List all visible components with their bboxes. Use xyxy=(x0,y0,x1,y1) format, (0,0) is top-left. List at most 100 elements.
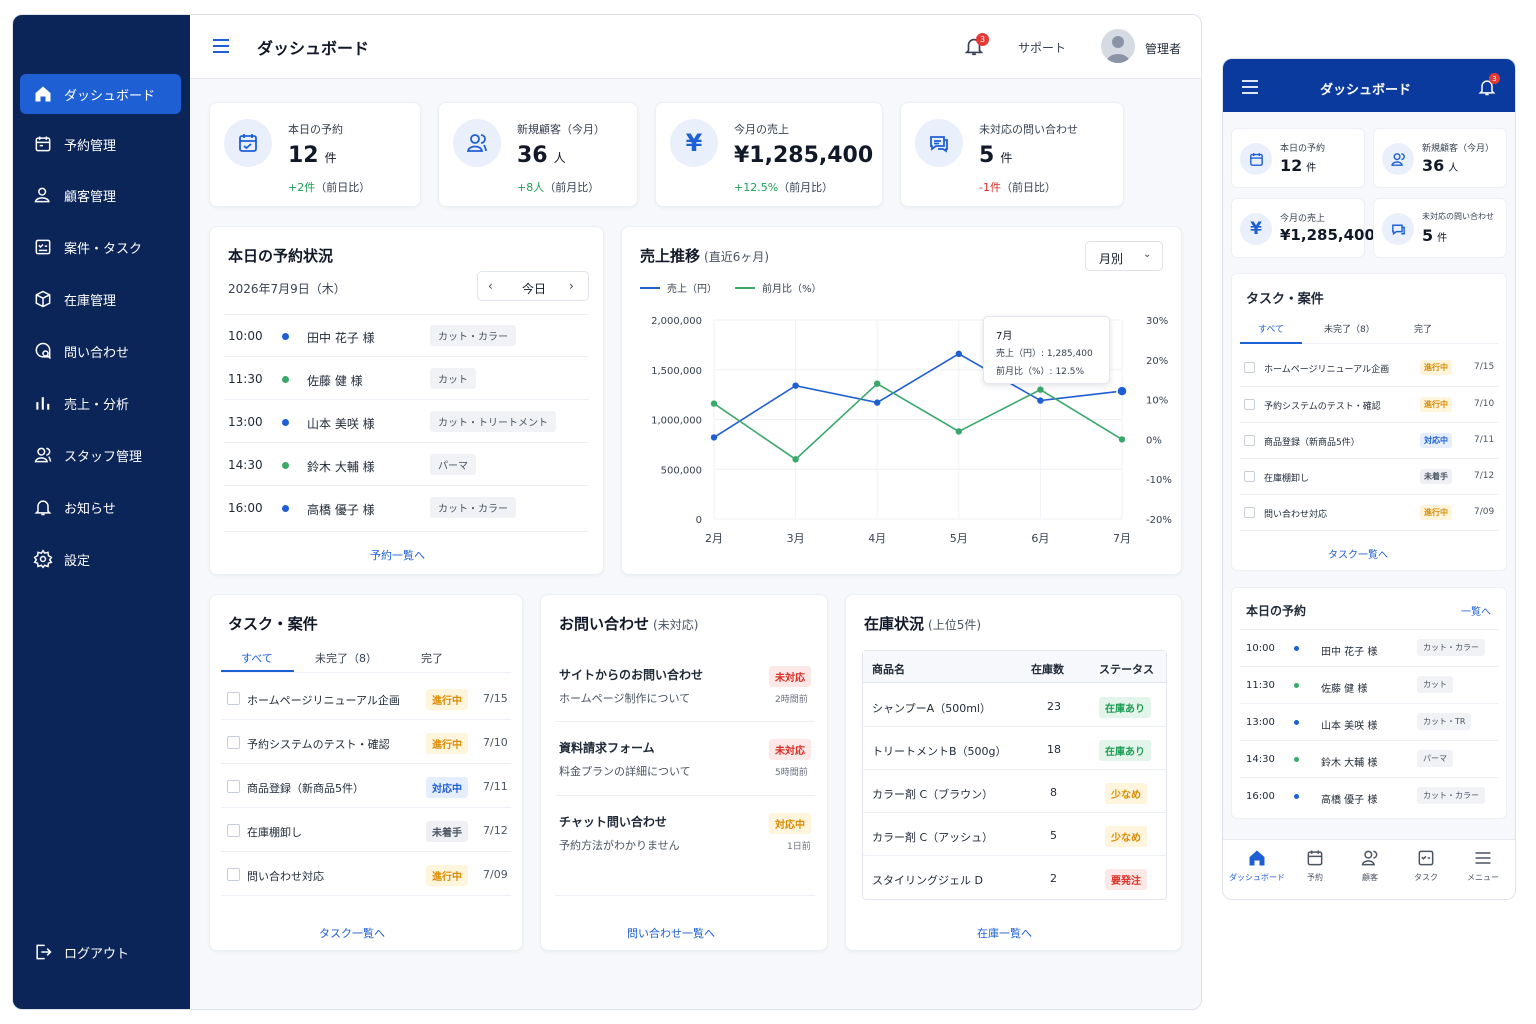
card-title: タスク・案件 xyxy=(228,615,318,633)
divider xyxy=(221,895,511,896)
menu-tag: カット xyxy=(430,368,476,389)
calendar-icon xyxy=(33,134,53,154)
gear-icon xyxy=(33,549,53,569)
card-title: お問い合わせ (未対応) xyxy=(559,615,699,633)
chevron-left-icon[interactable]: ‹ xyxy=(488,279,493,293)
sidebar-item-inventory[interactable]: 在庫管理 xyxy=(20,279,181,319)
sidebar-item-inquiries[interactable]: 問い合わせ xyxy=(20,331,181,371)
reservations-link[interactable]: 一覧へ xyxy=(1461,603,1491,618)
task-checkbox[interactable] xyxy=(1244,362,1255,373)
tab-done[interactable]: 完了 xyxy=(421,650,443,666)
task-date: 7/10 xyxy=(483,736,508,749)
chevron-right-icon[interactable]: › xyxy=(569,279,574,293)
divider xyxy=(1240,530,1498,531)
data-point xyxy=(874,380,881,387)
stat-value: ¥1,285,400 xyxy=(734,143,874,168)
reservation-time: 16:00 xyxy=(1246,791,1275,802)
tab-done[interactable]: 完了 xyxy=(1414,322,1432,335)
notification-bell-icon[interactable]: 3 xyxy=(963,33,989,57)
sidebar-item-staff[interactable]: スタッフ管理 xyxy=(20,435,181,475)
task-name: 予約システムのテスト・確認 xyxy=(1264,402,1381,412)
status-badge: 対応中 xyxy=(1420,433,1452,448)
task-checkbox[interactable] xyxy=(227,868,240,881)
reservation-date: 2026年7月9日（木） xyxy=(228,282,346,296)
sidebar-item-settings[interactable]: 設定 xyxy=(20,539,181,579)
tab-all[interactable]: すべて xyxy=(1258,322,1284,335)
customer-name: 鈴木 大輔 様 xyxy=(307,460,375,474)
menu-icon[interactable] xyxy=(1242,80,1258,94)
inventory-table: 商品名 在庫数 ステータス シャンプーA（500ml） 23 在庫あり トリート… xyxy=(862,650,1167,900)
inventory-link[interactable]: 在庫一覧へ xyxy=(977,925,1032,941)
sidebar-item-notices[interactable]: お知らせ xyxy=(20,487,181,527)
mobile-nav-menu[interactable]: メニュー xyxy=(1455,848,1511,883)
notification-bell-icon[interactable]: 3 xyxy=(1477,73,1500,97)
page-title: ダッシュボード xyxy=(257,39,370,58)
status-badge: 進行中 xyxy=(1420,505,1452,520)
user-name[interactable]: 管理者 xyxy=(1145,40,1181,57)
mobile-stat-new-customers: 新規顧客（今月） 36 人 xyxy=(1373,128,1507,188)
divider xyxy=(1240,494,1498,495)
task-checkbox[interactable] xyxy=(227,824,240,837)
task-checkbox[interactable] xyxy=(1244,399,1255,410)
stat-delta: +8人（前月比） xyxy=(517,181,600,194)
divider xyxy=(224,314,589,315)
task-checkbox[interactable] xyxy=(227,692,240,705)
status-badge: 未対応 xyxy=(769,666,811,687)
mobile-stat-inquiries: 未対応の問い合わせ 5件 xyxy=(1373,198,1507,258)
task-checkbox[interactable] xyxy=(227,736,240,749)
tasks-link[interactable]: タスク一覧へ xyxy=(1328,546,1388,561)
mobile-bottom-nav: ダッシュボード 予約 顧客 タスク メニュー xyxy=(1223,839,1515,899)
home-icon xyxy=(33,84,53,104)
stock-qty: 23 xyxy=(1047,700,1061,713)
stat-label: 新規顧客（今月） xyxy=(1422,144,1495,154)
sidebar-item-customers[interactable]: 顧客管理 xyxy=(20,175,181,215)
sidebar-item-tasks[interactable]: 案件・タスク xyxy=(20,227,181,267)
divider xyxy=(1240,777,1498,778)
sidebar-item-dashboard[interactable]: ダッシュボード xyxy=(20,74,181,114)
avatar[interactable] xyxy=(1101,29,1135,63)
data-point xyxy=(792,456,799,463)
tab-all[interactable]: すべて xyxy=(241,650,273,666)
status-dot xyxy=(1294,757,1299,762)
sidebar-item-sales[interactable]: 売上・分析 xyxy=(20,383,181,423)
task-checkbox[interactable] xyxy=(1244,507,1255,518)
mobile-nav-dashboard[interactable]: ダッシュボード xyxy=(1229,848,1285,883)
task-checkbox[interactable] xyxy=(227,780,240,793)
task-checkbox[interactable] xyxy=(1244,435,1255,446)
reservation-time: 11:30 xyxy=(1246,680,1275,691)
sidebar-item-reservations[interactable]: 予約管理 xyxy=(20,124,181,164)
y-tick-right: 20% xyxy=(1146,356,1168,367)
today-button[interactable]: 今日 xyxy=(522,280,546,297)
stat-label: 今月の売上 xyxy=(1280,214,1326,224)
data-point xyxy=(1118,436,1126,443)
stat-card-inquiries: 未対応の問い合わせ 5件 -1件（前日比） xyxy=(900,102,1124,207)
divider xyxy=(224,399,589,400)
task-checkbox[interactable] xyxy=(1244,471,1255,482)
logout-button[interactable]: ログアウト xyxy=(20,932,181,972)
mobile-nav-reservations[interactable]: 予約 xyxy=(1287,848,1343,883)
tab-incomplete[interactable]: 未完了（8） xyxy=(315,650,377,666)
support-link[interactable]: サポート xyxy=(1018,39,1066,56)
divider xyxy=(1240,422,1498,423)
y-tick-right: 10% xyxy=(1146,396,1168,407)
stat-card-sales: ¥ 今月の売上 ¥1,285,400 +12.5%（前月比） xyxy=(655,102,883,207)
product-name: トリートメントB（500g） xyxy=(872,745,1007,758)
chat-icon xyxy=(1382,213,1414,245)
sidebar-item-label: ダッシュボード xyxy=(64,88,156,104)
tab-incomplete[interactable]: 未完了（8） xyxy=(1324,322,1375,335)
status-badge: 未着手 xyxy=(426,821,468,842)
tasks-link[interactable]: タスク一覧へ xyxy=(319,925,385,941)
divider xyxy=(1240,703,1498,704)
divider xyxy=(224,531,589,532)
sales-line-chart: 売上（円） 前月比（%） 0 500,000 1,000,000 1,500,000 2,0… xyxy=(640,282,1172,545)
reservations-link[interactable]: 予約一覧へ xyxy=(370,547,425,563)
mobile-page-title: ダッシュボード xyxy=(1320,83,1412,98)
card-title: 本日の予約状況 xyxy=(228,247,334,265)
mobile-nav-tasks[interactable]: タスク xyxy=(1398,848,1454,883)
status-dot xyxy=(1294,794,1299,799)
inquiries-link[interactable]: 問い合わせ一覧へ xyxy=(627,925,715,941)
menu-icon[interactable] xyxy=(212,37,230,55)
status-badge: 少なめ xyxy=(1105,826,1147,847)
status-badge: 進行中 xyxy=(426,865,468,886)
mobile-nav-customers[interactable]: 顧客 xyxy=(1342,848,1398,883)
